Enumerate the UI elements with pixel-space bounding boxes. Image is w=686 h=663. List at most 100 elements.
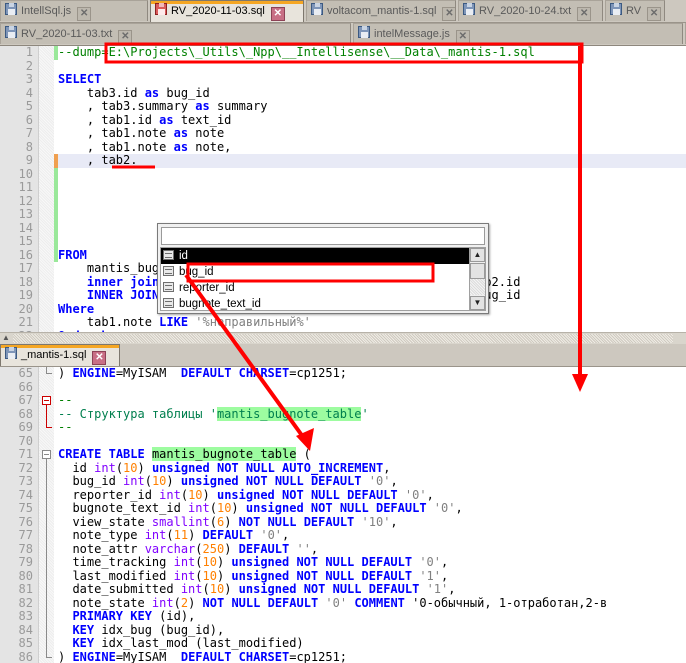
autocomplete-item[interactable]: bug_id — [161, 264, 485, 280]
code-line[interactable]: -- Структура таблицы 'mantis_bugnote_tab… — [58, 408, 686, 422]
autocomplete-item-label: reporter_id — [179, 282, 235, 294]
code-line[interactable] — [58, 208, 686, 222]
code-line[interactable] — [58, 195, 686, 209]
tab-label: IntellSql.js — [21, 5, 71, 17]
fold-line — [39, 583, 54, 597]
code-line[interactable]: -- — [58, 421, 686, 435]
scrollbar-thumb[interactable] — [470, 263, 485, 279]
autocomplete-scrollbar[interactable]: ▲ ▼ — [469, 248, 485, 310]
code-line[interactable]: view_state smallint(6) NOT NULL DEFAULT … — [58, 516, 686, 530]
tab-rv-2020-10-24-txt[interactable]: RV_2020-10-24.txt ✕ — [458, 0, 603, 21]
autocomplete-item[interactable]: bugnote_text_id — [161, 296, 485, 311]
tab-intelmessage-js[interactable]: intelMessage.js✕ — [353, 23, 683, 44]
autocomplete-item[interactable]: reporter_id — [161, 280, 485, 296]
floppy-disk-icon — [155, 3, 168, 16]
fold-column-bottom[interactable] — [39, 367, 54, 663]
code-text-bottom[interactable]: ) ENGINE=MyISAM DEFAULT CHARSET=cp1251; -… — [58, 367, 686, 663]
editor-pane-bottom[interactable]: 6566676869707172737475767778798081828384… — [0, 367, 686, 663]
code-line[interactable]: note_attr varchar(250) DEFAULT '', — [58, 543, 686, 557]
code-line[interactable]: KEY idx_last_mod (last_modified) — [58, 637, 686, 651]
fold-column-top[interactable] — [39, 46, 54, 332]
code-line[interactable] — [58, 181, 686, 195]
code-line[interactable]: time_tracking int(10) unsigned NOT NULL … — [58, 556, 686, 570]
line-number-gutter-top: 12345678910111213141516171819202122 — [0, 46, 39, 332]
scroll-up-arrow-icon[interactable]: ▲ — [470, 248, 485, 262]
code-line[interactable]: tab1.note LIKE '%неправильный%' — [58, 316, 686, 330]
fold-line — [39, 637, 54, 651]
scrollbar-track[interactable] — [470, 279, 485, 295]
tab-label: _mantis-1.sql — [21, 349, 86, 361]
line-number: 86 — [0, 651, 38, 663]
line-number: 69 — [0, 421, 38, 435]
tab-label: RV_2020-11-03.txt — [21, 28, 112, 40]
line-number: 80 — [0, 570, 38, 584]
code-line[interactable]: note_type int(11) DEFAULT '0', — [58, 529, 686, 543]
floppy-disk-icon — [311, 3, 324, 16]
scrollbar-track-top[interactable] — [13, 334, 673, 343]
code-line[interactable]: , tab1.note as note, — [58, 141, 686, 155]
editor-pane-top[interactable]: 12345678910111213141516171819202122 --du… — [0, 46, 686, 332]
code-line[interactable]: note_state int(2) NOT NULL DEFAULT '0' C… — [58, 597, 686, 611]
code-line[interactable]: , tab1.id as text_id — [58, 114, 686, 128]
tab-voltacom-mantis-1-sql[interactable]: voltacom_mantis-1.sql✕ — [306, 0, 456, 21]
field-icon — [163, 282, 174, 292]
tab-close-icon[interactable]: ✕ — [77, 7, 91, 21]
code-line[interactable]: , tab3.summary as summary — [58, 100, 686, 114]
horizontal-scrollbar-top[interactable]: ▲ — [0, 332, 686, 344]
fold-collapse-icon[interactable] — [39, 394, 54, 408]
scroll-left-arrow-icon[interactable]: ▲ — [0, 333, 12, 344]
line-number: 12 — [0, 195, 38, 209]
tab--mantis-1-sql[interactable]: _mantis-1.sql ✕ — [0, 344, 120, 366]
line-number: 8 — [0, 141, 38, 155]
code-line[interactable]: --dump=E:\Projects\_Utils\_Npp\__Intelli… — [58, 46, 686, 60]
autocomplete-list[interactable]: idbug_id reporter_id bugnote_text_id ▲ ▼ — [160, 247, 486, 311]
tab-bar-bottom-pane[interactable]: _mantis-1.sql ✕ — [0, 344, 686, 367]
tab-rv[interactable]: RV✕ — [605, 0, 665, 21]
code-line[interactable]: -- — [58, 394, 686, 408]
tab-bar-row-2[interactable]: RV_2020-11-03.txt✕intelMessage.js✕RV_202… — [0, 23, 686, 46]
scroll-down-arrow-icon[interactable]: ▼ — [470, 296, 485, 310]
code-line[interactable] — [58, 168, 686, 182]
code-line[interactable]: ) ENGINE=MyISAM DEFAULT CHARSET=cp1251; — [58, 367, 686, 381]
code-line[interactable]: last_modified int(10) unsigned NOT NULL … — [58, 570, 686, 584]
code-line[interactable]: bugnote_text_id int(10) unsigned NOT NUL… — [58, 502, 686, 516]
tab-close-icon[interactable]: ✕ — [647, 7, 661, 21]
code-line[interactable]: KEY idx_bug (bug_id), — [58, 624, 686, 638]
code-line[interactable]: id int(10) unsigned NOT NULL AUTO_INCREM… — [58, 462, 686, 476]
tab-close-icon[interactable]: ✕ — [577, 7, 591, 21]
tab-bar-row-1[interactable]: IntellSql.js✕RV_2020-11-03.sql✕voltacom_… — [0, 0, 686, 23]
tab-close-icon[interactable]: ✕ — [456, 30, 470, 44]
code-line[interactable]: reporter_id int(10) unsigned NOT NULL DE… — [58, 489, 686, 503]
floppy-disk-icon — [5, 347, 18, 360]
code-line[interactable]: SELECT — [58, 73, 686, 87]
code-line[interactable]: PRIMARY KEY (id), — [58, 610, 686, 624]
code-line[interactable]: date_submitted int(10) unsigned NOT NULL… — [58, 583, 686, 597]
tab-label: RV_2020-11-03.sql — [171, 5, 265, 17]
code-line[interactable]: bug_id int(10) unsigned NOT NULL DEFAULT… — [58, 475, 686, 489]
fold-collapse-icon[interactable] — [39, 448, 54, 462]
code-line[interactable]: tab3.id as bug_id — [58, 87, 686, 101]
tab-label: RV_2020-10-24.txt — [479, 5, 571, 17]
fold-end-marker — [39, 367, 54, 381]
code-line[interactable] — [58, 381, 686, 395]
tab-rv-2020-11-03-sql[interactable]: RV_2020-11-03.sql ✕ — [150, 0, 304, 22]
tab-close-icon[interactable]: ✕ — [442, 7, 456, 21]
tab-rv-2020-11-03-txt[interactable]: RV_2020-11-03.txt ✕ — [0, 23, 351, 44]
scroll-right-arrow-icon[interactable] — [674, 333, 686, 344]
code-line[interactable] — [58, 435, 686, 449]
autocomplete-item[interactable]: id — [161, 248, 485, 264]
code-line[interactable] — [58, 60, 686, 74]
autocomplete-input[interactable] — [161, 227, 485, 245]
line-number: 65 — [0, 367, 38, 381]
tab-close-icon[interactable]: ✕ — [271, 7, 285, 21]
code-line[interactable]: , tab1.note as note — [58, 127, 686, 141]
tab-close-icon[interactable]: ✕ — [92, 351, 106, 365]
autocomplete-popup[interactable]: idbug_id reporter_id bugnote_text_id ▲ ▼ — [157, 223, 489, 314]
tab-close-icon[interactable]: ✕ — [118, 30, 132, 44]
code-line[interactable]: CREATE TABLE mantis_bugnote_table ( — [58, 448, 686, 462]
tab-intellsql-js[interactable]: IntellSql.js ✕ — [0, 0, 148, 21]
code-line[interactable]: ) ENGINE=MyISAM DEFAULT CHARSET=cp1251; — [58, 651, 686, 663]
line-number: 81 — [0, 583, 38, 597]
line-number: 1 — [0, 46, 38, 60]
code-line[interactable]: , tab2. — [58, 154, 686, 168]
